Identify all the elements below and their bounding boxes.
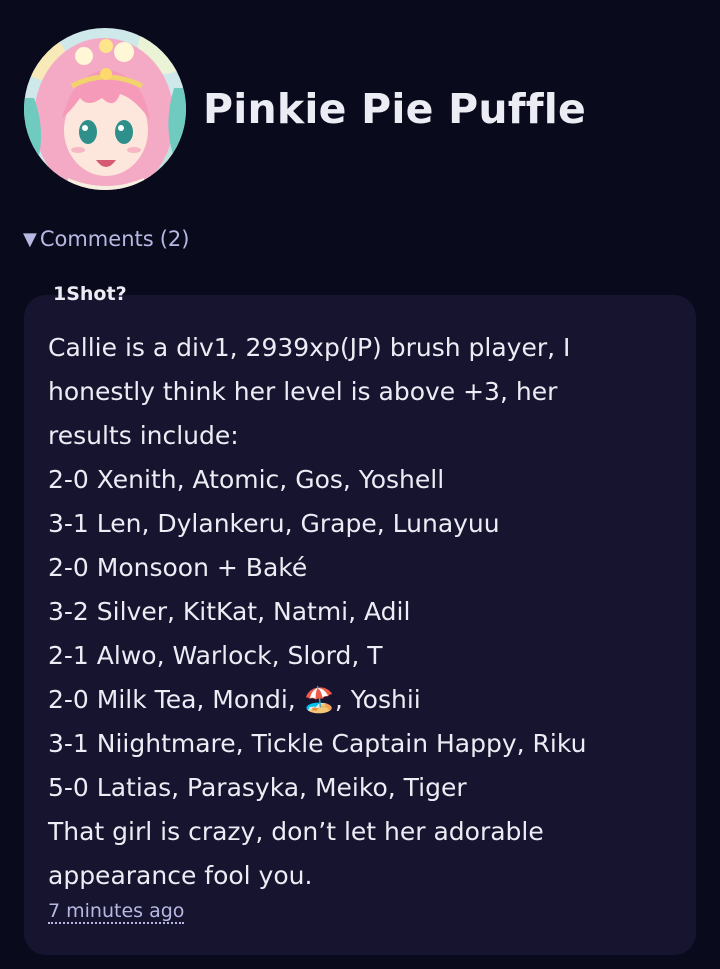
comment-line: 2-0 Milk Tea, Mondi, 🏖️, Yoshii (48, 685, 421, 714)
triangle-down-icon: ▼ (23, 228, 37, 250)
comments-count: (2) (159, 227, 190, 251)
comment-line: results include: (48, 421, 239, 450)
comment-line: 2-1 Alwo, Warlock, Slord, T (48, 641, 383, 670)
comments-toggle[interactable]: ▼ Comments (2) (23, 227, 189, 251)
comment-body: Callie is a div1, 2939xp(JP) brush playe… (48, 326, 586, 898)
comment-line: 2-0 Xenith, Atomic, Gos, Yoshell (48, 465, 445, 494)
comment-author[interactable]: 1Shot? (53, 283, 127, 305)
comment-line: That girl is crazy, don’t let her adorab… (48, 817, 544, 846)
avatar[interactable] (24, 28, 186, 190)
anime-character-avatar-icon (24, 28, 186, 190)
comment-timestamp-link[interactable]: 7 minutes ago (48, 900, 185, 924)
comment-line: 2-0 Monsoon + Baké (48, 553, 308, 582)
comment-line: appearance fool you. (48, 861, 313, 890)
comment-card: Callie is a div1, 2939xp(JP) brush playe… (24, 295, 696, 955)
comment-line: 5-0 Latias, Parasyka, Meiko, Tiger (48, 773, 467, 802)
comment-line: 3-1 Niightmare, Tickle Captain Happy, Ri… (48, 729, 587, 758)
comments-label: Comments (39, 227, 154, 251)
profile-name: Pinkie Pie Puffle (203, 85, 587, 133)
comment-line: 3-2 Silver, KitKat, Natmi, Adil (48, 597, 411, 626)
comment-line: Callie is a div1, 2939xp(JP) brush playe… (48, 333, 571, 362)
profile-header: Pinkie Pie Puffle (24, 28, 586, 190)
comment-line: 3-1 Len, Dylankeru, Grape, Lunayuu (48, 509, 500, 538)
comment-line: honestly think her level is above +3, he… (48, 377, 558, 406)
